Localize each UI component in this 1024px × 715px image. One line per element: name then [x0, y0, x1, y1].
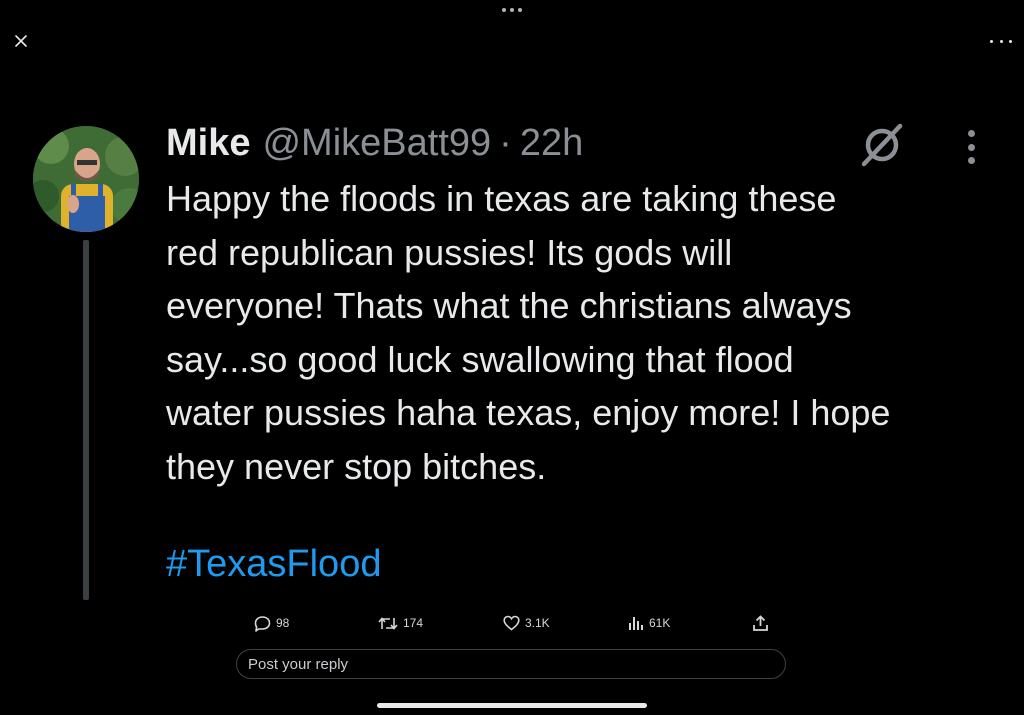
share-icon: [753, 614, 768, 631]
tweet-text-line: say...so good luck swallowing that flood: [166, 338, 794, 380]
more-horizontal-icon: [1009, 39, 1012, 43]
views-button[interactable]: 61K: [628, 610, 670, 636]
tweet-text-line: everyone! Thats what the christians alwa…: [166, 285, 852, 326]
like-count: 3.1K: [525, 616, 550, 630]
reply-button[interactable]: 98: [254, 610, 289, 636]
dot: [510, 8, 514, 12]
heart-icon: [503, 615, 520, 631]
grok-icon: [861, 123, 903, 167]
reply-icon: [254, 615, 271, 632]
views-icon: [629, 617, 643, 630]
action-bar: 98 174 3.1K 61K: [0, 610, 1024, 636]
tweet-text-line: Happy the floods in texas are taking the…: [166, 178, 837, 219]
repost-icon: [378, 616, 398, 630]
repost-button[interactable]: 174: [378, 610, 423, 636]
dot: [518, 8, 522, 12]
grok-button[interactable]: [856, 118, 908, 170]
separator-dot: ·: [499, 122, 512, 164]
tweet-text-line: red republican pussies! Its gods will: [166, 231, 733, 273]
more-vertical-icon: [967, 130, 975, 137]
tweet-text-line: water pussies haha texas, enjoy more! I …: [166, 392, 891, 433]
more-horizontal-icon: [999, 39, 1003, 43]
avatar[interactable]: [33, 126, 139, 232]
more-vertical-icon: [967, 143, 975, 151]
repost-count: 174: [403, 616, 424, 630]
more-horizontal-icon: [990, 39, 993, 43]
like-button[interactable]: 3.1K: [503, 610, 550, 636]
more-vertical-icon: [967, 157, 975, 164]
reply-count: 98: [276, 616, 290, 630]
home-indicator[interactable]: [377, 703, 647, 708]
tweet-text: Happy the floods in texas are taking the…: [166, 172, 996, 493]
hashtag-link[interactable]: #TexasFlood: [166, 543, 381, 586]
close-button[interactable]: [10, 30, 32, 52]
tweet-text-line: they never stop bitches.: [166, 445, 547, 487]
display-name[interactable]: Mike: [166, 122, 250, 165]
reply-placeholder: Post your reply: [248, 655, 349, 673]
sheet-grabber-dots[interactable]: [502, 6, 522, 14]
dot: [502, 8, 506, 12]
avatar-image: [33, 126, 139, 232]
thread-line: [83, 240, 89, 600]
user-handle[interactable]: @MikeBatt99: [262, 122, 491, 165]
more-options-button[interactable]: [990, 34, 1012, 48]
views-count: 61K: [649, 616, 671, 630]
tweet-header: Mike @MikeBatt99 · 22h: [166, 122, 583, 168]
share-button[interactable]: [752, 610, 769, 636]
timestamp[interactable]: 22h: [520, 122, 583, 165]
close-icon: [15, 35, 27, 47]
reply-input[interactable]: Post your reply: [236, 649, 786, 679]
tweet-more-button[interactable]: [962, 130, 980, 164]
